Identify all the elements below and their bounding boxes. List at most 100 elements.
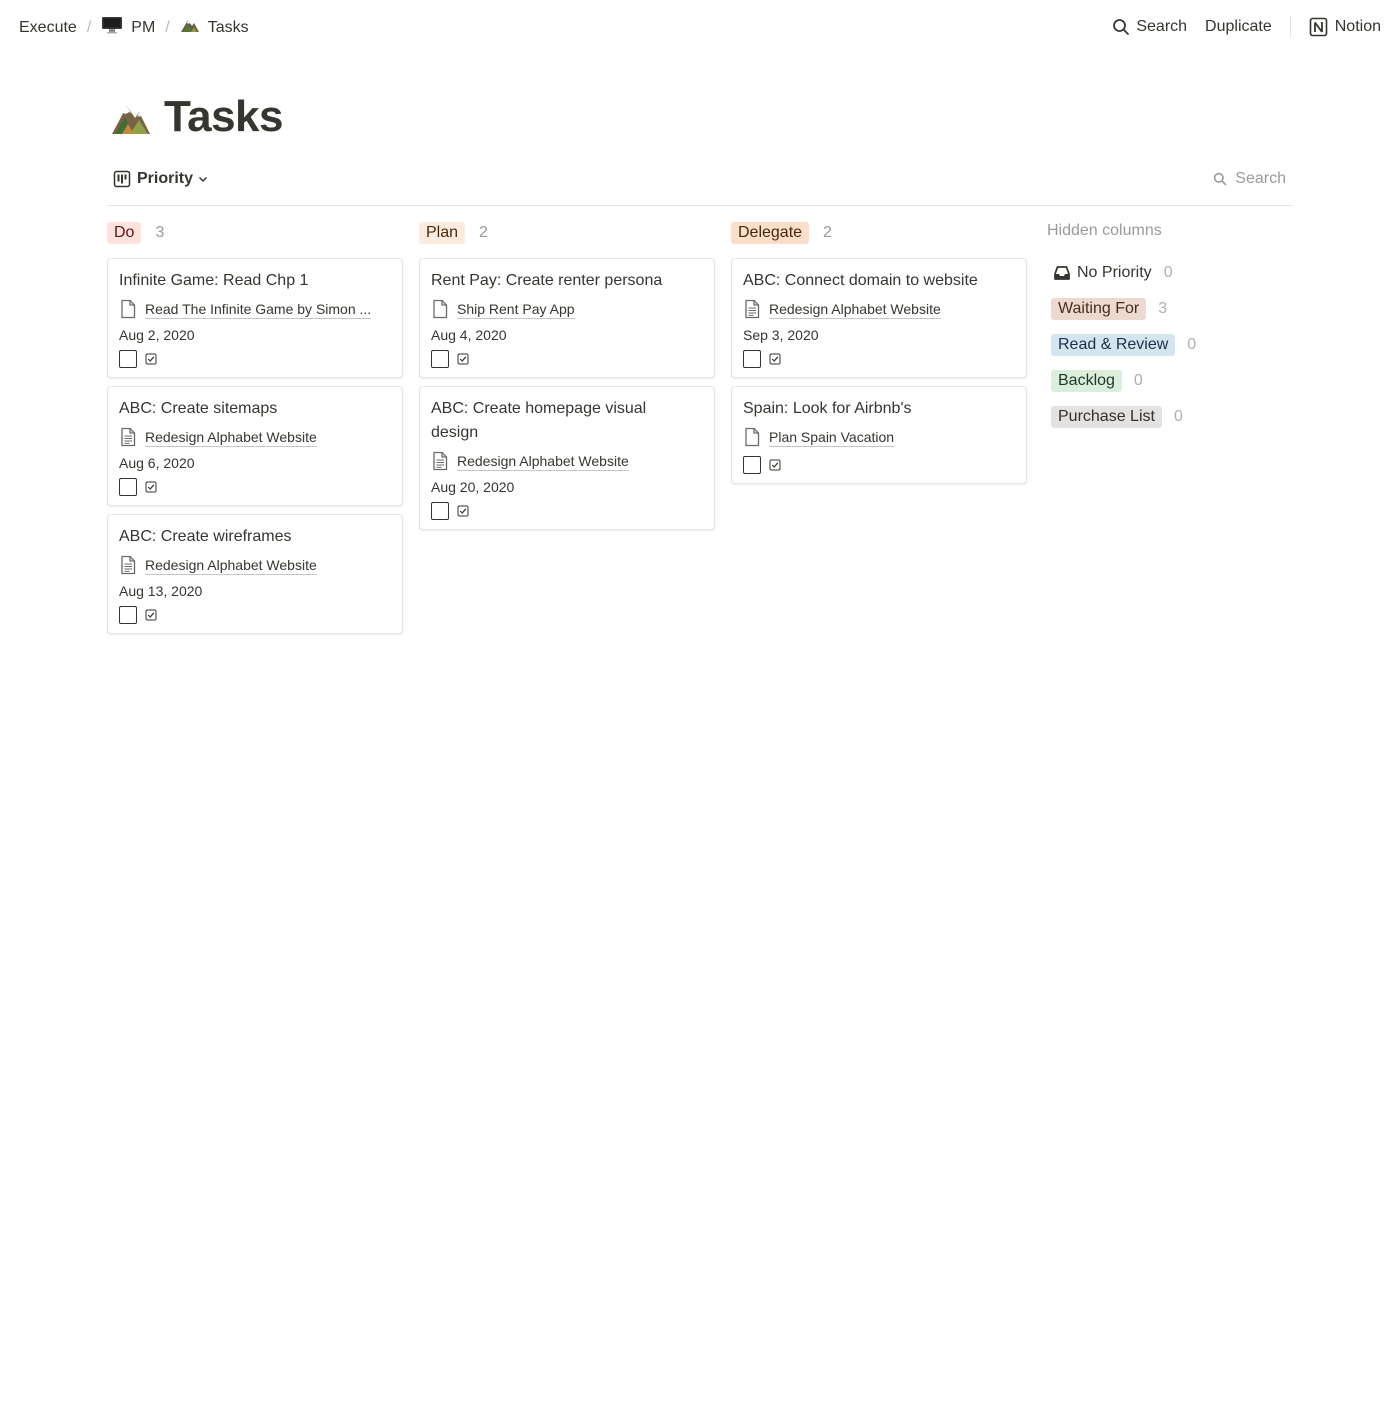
hidden-column-waiting-for[interactable]: Waiting For 3 <box>1051 298 1287 320</box>
done-checkbox[interactable] <box>431 350 449 368</box>
duplicate-label: Duplicate <box>1205 18 1272 35</box>
duplicate-button[interactable]: Duplicate <box>1205 18 1272 36</box>
notion-logo-icon <box>1309 17 1329 37</box>
inbox-icon <box>1053 265 1071 281</box>
hidden-columns: Hidden columns No Priority 0 Waiting For… <box>1047 222 1287 442</box>
view-search-label: Search <box>1235 170 1286 187</box>
hidden-column-tag: Waiting For <box>1051 298 1147 320</box>
page-title: Tasks <box>164 92 284 141</box>
checkbox-property-icon <box>145 481 157 493</box>
relation-label: Ship Rent Pay App <box>457 300 575 319</box>
column-count: 2 <box>823 224 832 241</box>
breadcrumb-separator: / <box>165 18 170 36</box>
task-card[interactable]: ABC: Create sitemaps Redesign Alphabet W… <box>107 386 403 506</box>
top-actions: Search Duplicate Notion <box>1094 16 1381 38</box>
breadcrumb-item-execute[interactable]: Execute <box>19 19 77 37</box>
task-card[interactable]: Spain: Look for Airbnb's Plan Spain Vaca… <box>731 386 1027 484</box>
card-relation[interactable]: Read The Infinite Game by Simon ... <box>119 299 391 319</box>
card-relation[interactable]: Redesign Alphabet Website <box>743 299 1015 319</box>
text-doc-icon <box>743 299 761 319</box>
relation-label: Read The Infinite Game by Simon ... <box>145 300 372 319</box>
done-checkbox[interactable] <box>743 350 761 368</box>
blank-doc-icon <box>431 299 449 319</box>
breadcrumb-separator: / <box>86 18 92 36</box>
top-search-button[interactable]: Search <box>1112 18 1187 36</box>
card-relation[interactable]: Redesign Alphabet Website <box>119 427 391 447</box>
mountain-icon[interactable] <box>110 96 152 138</box>
done-checkbox[interactable] <box>743 456 761 474</box>
hidden-column-count: 0 <box>1133 372 1143 389</box>
divider <box>1289 16 1291 38</box>
view-bar: Priority Search <box>107 166 1293 206</box>
hidden-column-tag: Purchase List <box>1051 406 1162 428</box>
column-header[interactable]: Plan 2 <box>419 222 715 244</box>
board-view-icon <box>113 170 131 188</box>
card-checks <box>431 350 703 368</box>
card-date: Aug 13, 2020 <box>119 583 203 599</box>
breadcrumb-item-pm[interactable]: PM <box>101 16 155 39</box>
column-header[interactable]: Do 3 <box>107 222 403 244</box>
done-checkbox[interactable] <box>119 478 137 496</box>
hidden-column-tag: Read & Review <box>1051 334 1176 356</box>
task-card[interactable]: ABC: Create homepage visual design Redes… <box>419 386 715 530</box>
card-title: ABC: Create sitemaps <box>119 400 278 417</box>
done-checkbox[interactable] <box>119 606 137 624</box>
card-checks <box>743 456 1015 474</box>
card-checks <box>119 478 391 496</box>
hidden-column-label: No Priority <box>1077 264 1152 281</box>
checkbox-property-icon <box>145 609 157 621</box>
card-title: ABC: Connect domain to website <box>743 272 978 289</box>
hidden-column-count: 0 <box>1187 336 1197 353</box>
group-by-label: Priority <box>137 170 194 187</box>
board-column-delegate: Delegate 2 ABC: Connect domain to websit… <box>731 222 1027 492</box>
task-card[interactable]: ABC: Connect domain to website Redesign … <box>731 258 1027 378</box>
card-date: Aug 2, 2020 <box>119 327 195 343</box>
task-card[interactable]: ABC: Create wireframes Redesign Alphabet… <box>107 514 403 634</box>
column-tag: Delegate <box>731 222 810 244</box>
checkbox-property-icon <box>145 353 157 365</box>
card-relation[interactable]: Ship Rent Pay App <box>431 299 703 319</box>
done-checkbox[interactable] <box>119 350 137 368</box>
card-relation[interactable]: Redesign Alphabet Website <box>119 555 391 575</box>
top-bar: Execute / PM / Tasks Search Duplicate No… <box>0 0 1400 52</box>
card-date: Aug 20, 2020 <box>431 479 515 495</box>
card-title: ABC: Create homepage visual design <box>431 400 647 441</box>
hidden-column-backlog[interactable]: Backlog 0 <box>1051 370 1287 392</box>
card-title: ABC: Create wireframes <box>119 528 292 545</box>
card-relation[interactable]: Plan Spain Vacation <box>743 427 1015 447</box>
done-checkbox[interactable] <box>431 502 449 520</box>
breadcrumb-item-tasks[interactable]: Tasks <box>180 17 249 38</box>
board-column-do: Do 3 Infinite Game: Read Chp 1 Read The … <box>107 222 403 642</box>
search-icon <box>1213 172 1227 186</box>
search-icon <box>1112 18 1130 36</box>
card-date: Aug 6, 2020 <box>119 455 195 471</box>
text-doc-icon <box>119 555 137 575</box>
card-checks <box>119 606 391 624</box>
card-title: Infinite Game: Read Chp 1 <box>119 272 309 289</box>
relation-label: Redesign Alphabet Website <box>145 428 317 447</box>
breadcrumb-label: Execute <box>19 18 77 36</box>
text-doc-icon <box>431 451 449 471</box>
column-tag: Do <box>107 222 142 244</box>
hidden-column-read-review[interactable]: Read & Review 0 <box>1051 334 1287 356</box>
computer-icon <box>101 16 123 39</box>
view-search-button[interactable]: Search <box>1213 170 1286 188</box>
blank-doc-icon <box>119 299 137 319</box>
card-title: Spain: Look for Airbnb's <box>743 400 912 417</box>
group-by-dropdown[interactable]: Priority <box>113 170 209 188</box>
hidden-column-count: 0 <box>1173 408 1183 425</box>
task-card[interactable]: Infinite Game: Read Chp 1 Read The Infin… <box>107 258 403 378</box>
hidden-columns-title: Hidden columns <box>1047 222 1162 239</box>
column-count: 3 <box>155 224 165 241</box>
relation-label: Redesign Alphabet Website <box>457 452 629 471</box>
text-doc-icon <box>119 427 137 447</box>
mountain-icon <box>180 17 200 38</box>
hidden-column-no-priority[interactable]: No Priority 0 <box>1047 262 1287 284</box>
page-header: Tasks <box>110 92 284 142</box>
column-header[interactable]: Delegate 2 <box>731 222 1027 244</box>
task-card[interactable]: Rent Pay: Create renter persona Ship Ren… <box>419 258 715 378</box>
card-relation[interactable]: Redesign Alphabet Website <box>431 451 703 471</box>
hidden-column-count: 0 <box>1163 264 1173 281</box>
notion-button[interactable]: Notion <box>1309 17 1381 37</box>
hidden-column-purchase-list[interactable]: Purchase List 0 <box>1051 406 1287 428</box>
